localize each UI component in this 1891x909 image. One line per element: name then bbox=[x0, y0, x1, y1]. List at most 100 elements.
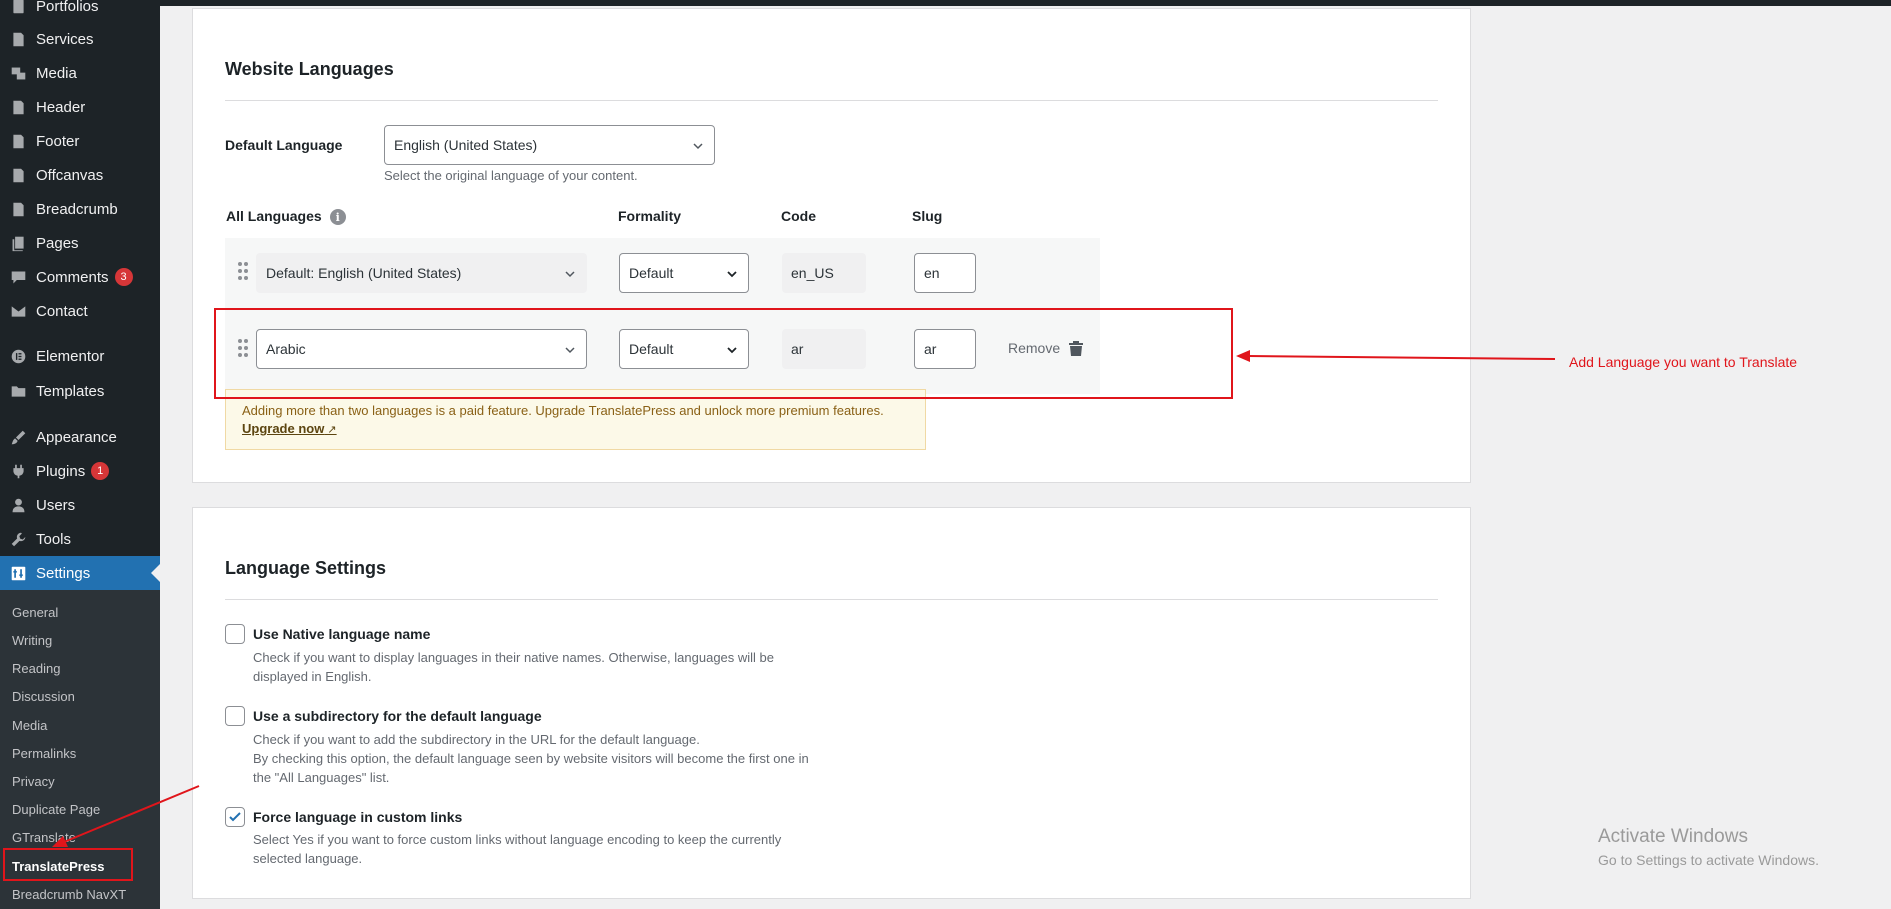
sidebar-item-services[interactable]: Services bbox=[0, 25, 160, 53]
section-divider bbox=[225, 100, 1438, 101]
sidebar-item-label: Appearance bbox=[36, 428, 117, 446]
sidebar-item-label: Users bbox=[36, 496, 76, 514]
submenu-reading[interactable]: Reading bbox=[12, 658, 60, 678]
sidebar-item-plugins[interactable]: Plugins 1 bbox=[0, 457, 160, 485]
sidebar-item-appearance[interactable]: Appearance bbox=[0, 423, 160, 451]
sidebar-item-label: Footer bbox=[36, 132, 80, 150]
sidebar-item-label: Pages bbox=[36, 234, 79, 252]
services-icon bbox=[8, 29, 28, 49]
code-field-row-1: en_US bbox=[782, 253, 866, 293]
sidebar-item-breadcrumb[interactable]: Breadcrumb bbox=[0, 195, 160, 223]
sidebar-item-footer[interactable]: Footer bbox=[0, 127, 160, 155]
submenu-privacy[interactable]: Privacy bbox=[12, 771, 55, 791]
admin-top-bar bbox=[0, 0, 1891, 6]
sidebar-item-comments[interactable]: Comments 3 bbox=[0, 263, 160, 291]
sidebar-item-label: Services bbox=[36, 30, 94, 48]
sidebar-item-tools[interactable]: Tools bbox=[0, 525, 160, 553]
sidebar-item-offcanvas[interactable]: Offcanvas bbox=[0, 161, 160, 189]
default-language-label: Default Language bbox=[225, 137, 343, 153]
external-link-icon: ↗ bbox=[324, 424, 337, 436]
activate-windows-watermark: Activate Windows Go to Settings to activ… bbox=[1598, 826, 1819, 868]
slug-input-row-1[interactable]: en bbox=[914, 253, 976, 293]
website-languages-panel: Website Languages Default Language Engli… bbox=[192, 8, 1471, 483]
sidebar-item-templates[interactable]: Templates bbox=[0, 377, 160, 405]
submenu-general[interactable]: General bbox=[12, 602, 58, 622]
submenu-gtranslate[interactable]: GTranslate bbox=[12, 827, 76, 847]
sidebar-item-pages[interactable]: Pages bbox=[0, 229, 160, 257]
sidebar-item-label: Plugins bbox=[36, 462, 86, 480]
drag-handle-icon[interactable] bbox=[237, 261, 249, 281]
default-language-help: Select the original language of your con… bbox=[384, 168, 638, 183]
native-name-checkbox[interactable] bbox=[225, 624, 245, 644]
settings-icon bbox=[8, 563, 28, 583]
sidebar-item-header[interactable]: Header bbox=[0, 93, 160, 121]
mail-icon bbox=[8, 301, 28, 321]
default-language-value: English (United States) bbox=[394, 137, 538, 153]
submenu-breadcrumb-navxt[interactable]: Breadcrumb NavXT bbox=[12, 884, 126, 904]
comments-icon bbox=[8, 267, 28, 287]
breadcrumb-icon bbox=[8, 199, 28, 219]
submenu-discussion[interactable]: Discussion bbox=[12, 686, 75, 706]
sidebar-item-label: Portfolios bbox=[36, 0, 99, 15]
slug-header: Slug bbox=[912, 208, 943, 224]
native-name-option-title: Use Native language name bbox=[253, 626, 431, 642]
force-language-checkbox[interactable] bbox=[225, 807, 245, 827]
sidebar-item-label: Templates bbox=[36, 382, 105, 400]
submenu-duplicate-page[interactable]: Duplicate Page bbox=[12, 799, 100, 819]
sidebar-item-settings[interactable]: Settings bbox=[0, 556, 160, 590]
active-menu-arrow bbox=[151, 564, 160, 582]
sidebar-item-label: Media bbox=[36, 64, 77, 82]
sidebar-item-contact[interactable]: Contact bbox=[0, 297, 160, 325]
submenu-writing[interactable]: Writing bbox=[12, 630, 52, 650]
comments-count-badge: 3 bbox=[114, 268, 133, 286]
user-icon bbox=[8, 495, 28, 515]
plugins-update-badge: 1 bbox=[91, 462, 110, 480]
portfolio-icon bbox=[8, 0, 28, 16]
sidebar-item-label: Tools bbox=[36, 530, 72, 548]
info-icon[interactable]: i bbox=[329, 209, 346, 226]
section-divider bbox=[225, 599, 1438, 600]
force-language-option-title: Force language in custom links bbox=[253, 809, 463, 825]
subdirectory-option-title: Use a subdirectory for the default langu… bbox=[253, 708, 542, 724]
annotation-text: Add Language you want to Translate bbox=[1569, 354, 1798, 370]
native-name-option-desc: Check if you want to display languages i… bbox=[253, 650, 775, 684]
sidebar-item-elementor[interactable]: Elementor bbox=[0, 342, 160, 370]
media-icon bbox=[8, 63, 28, 83]
notice-text: Adding more than two languages is a paid… bbox=[242, 403, 884, 418]
wrench-icon bbox=[8, 529, 28, 549]
code-header: Code bbox=[781, 208, 816, 224]
default-language-select[interactable]: English (United States) bbox=[384, 125, 715, 165]
subdirectory-checkbox[interactable] bbox=[225, 706, 245, 726]
sidebar-item-media[interactable]: Media bbox=[0, 59, 160, 87]
header-icon bbox=[8, 97, 28, 117]
language-settings-title: Language Settings bbox=[225, 558, 387, 578]
sidebar-item-label: Contact bbox=[36, 302, 88, 320]
sidebar-item-users[interactable]: Users bbox=[0, 491, 160, 519]
translatepress-highlight-box bbox=[3, 848, 133, 881]
chevron-down-icon bbox=[564, 267, 576, 279]
language-settings-panel: Language Settings Use Native language na… bbox=[192, 507, 1471, 899]
formality-header: Formality bbox=[618, 208, 682, 224]
checkmark-icon bbox=[229, 812, 241, 822]
formality-select-row-1[interactable]: Default bbox=[619, 253, 749, 293]
brush-icon bbox=[8, 427, 28, 447]
upgrade-now-link[interactable]: Upgrade now ↗ bbox=[242, 421, 337, 436]
submenu-permalinks[interactable]: Permalinks bbox=[12, 743, 76, 763]
chevron-down-icon bbox=[692, 139, 704, 151]
sidebar-item-label: Offcanvas bbox=[36, 166, 104, 184]
sidebar-item-label: Elementor bbox=[36, 347, 105, 365]
folder-icon bbox=[8, 381, 28, 401]
footer-icon bbox=[8, 131, 28, 151]
pages-icon bbox=[8, 233, 28, 253]
offcanvas-icon bbox=[8, 165, 28, 185]
sidebar-item-label: Comments bbox=[36, 268, 109, 286]
sidebar-item-portfolios[interactable]: Portfolios bbox=[0, 0, 160, 20]
subdirectory-option-desc: Check if you want to add the subdirector… bbox=[253, 732, 809, 785]
default-language-row-select[interactable]: Default: English (United States) bbox=[256, 253, 587, 293]
elementor-icon bbox=[8, 346, 28, 366]
force-language-option-desc: Select Yes if you want to force custom l… bbox=[253, 832, 782, 866]
arabic-row-highlight-box bbox=[214, 308, 1233, 399]
website-languages-title: Website Languages bbox=[225, 59, 394, 79]
plug-icon bbox=[8, 461, 28, 481]
submenu-media[interactable]: Media bbox=[12, 715, 47, 735]
